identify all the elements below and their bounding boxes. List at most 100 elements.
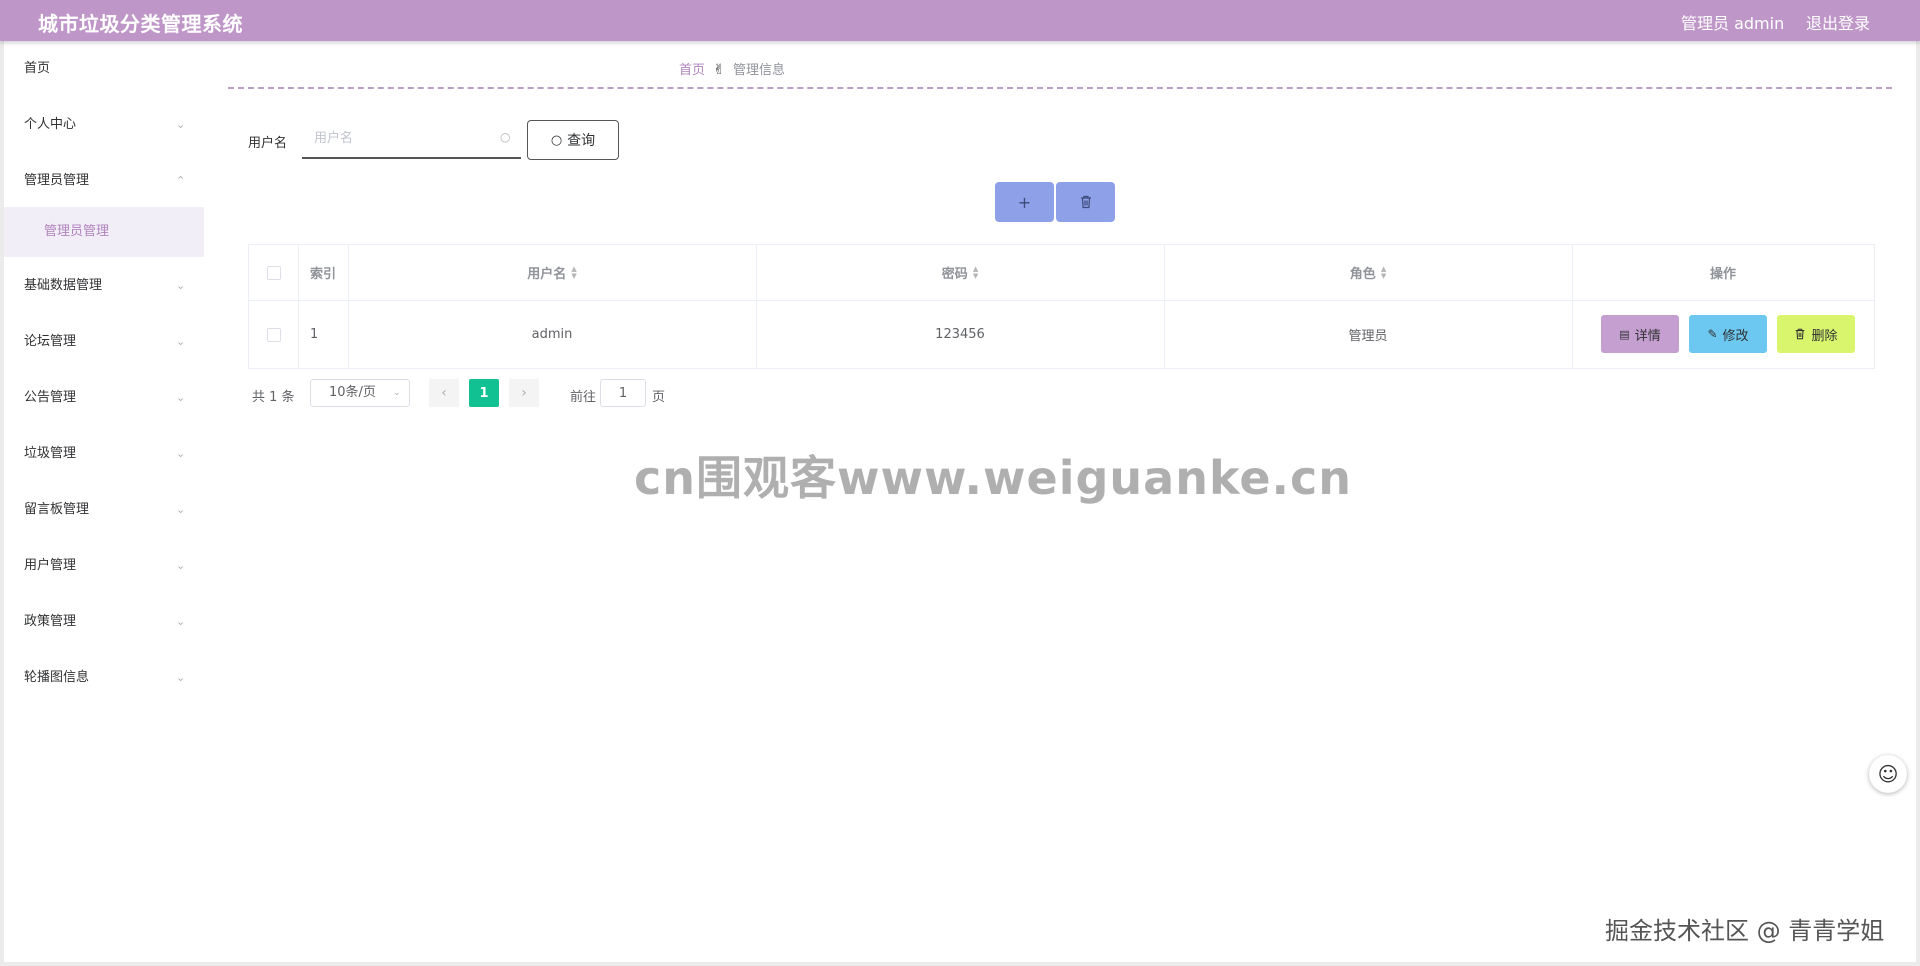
chevron-down-icon: ⌄ bbox=[176, 503, 186, 516]
logout-link[interactable]: 退出登录 bbox=[1806, 10, 1870, 34]
search-icon: ○ bbox=[550, 132, 563, 148]
cell-index: 1 bbox=[310, 327, 319, 342]
plus-icon: + bbox=[1017, 192, 1032, 212]
column-header-label: 角色 bbox=[1349, 267, 1376, 282]
search-input[interactable] bbox=[302, 119, 492, 157]
sidebar-item-label: 轮播图信息 bbox=[24, 670, 90, 685]
prev-page-button[interactable]: ‹ bbox=[429, 379, 459, 407]
chevron-down-icon: ⌄ bbox=[176, 335, 186, 348]
table-row bbox=[249, 300, 298, 369]
row-checkbox[interactable] bbox=[266, 327, 281, 342]
search-field: ○ bbox=[302, 119, 521, 159]
sidebar: 首页 个人中心 ⌄ 管理员管理 ⌃ 管理员管理 基础数据管理 ⌄ 论坛管理 ⌄ 公告管理… bbox=[4, 41, 204, 962]
edit-button[interactable]: ✎ 修改 bbox=[1689, 315, 1767, 353]
sidebar-item-label: 垃圾管理 bbox=[24, 446, 77, 461]
page-number-button[interactable]: 1 bbox=[469, 379, 499, 407]
breadcrumb-home[interactable]: 首页 bbox=[679, 63, 705, 78]
sidebar-item-basic-data[interactable]: 基础数据管理 ⌄ bbox=[4, 265, 204, 307]
batch-delete-button[interactable] bbox=[1056, 182, 1115, 222]
chevron-down-icon: ⌄ bbox=[393, 388, 401, 398]
sidebar-item-label: 管理员管理 bbox=[44, 224, 110, 239]
chevron-down-icon: ⌄ bbox=[176, 671, 186, 684]
top-header: 城市垃圾分类管理系统 管理员 admin 退出登录 bbox=[0, 0, 1920, 41]
sidebar-item-message-board[interactable]: 留言板管理 ⌄ bbox=[4, 489, 204, 531]
breadcrumb: 首页 ✌ 管理信息 bbox=[679, 59, 785, 78]
column-header-index: 索引 bbox=[298, 245, 348, 300]
chevron-down-icon: ⌄ bbox=[176, 279, 186, 292]
page-unit-label: 页 bbox=[652, 390, 666, 405]
assistant-avatar[interactable]: ☺ bbox=[1869, 755, 1907, 793]
sidebar-item-label: 留言板管理 bbox=[24, 502, 90, 517]
sidebar-item-label: 论坛管理 bbox=[24, 334, 77, 349]
current-user-label: 管理员 admin bbox=[1681, 14, 1785, 33]
query-button-label: 查询 bbox=[567, 133, 596, 149]
goto-label: 前往 bbox=[570, 390, 597, 405]
column-header-label: 用户名 bbox=[527, 267, 567, 282]
sidebar-item-profile[interactable]: 个人中心 ⌄ bbox=[4, 104, 204, 146]
chevron-down-icon: ⌄ bbox=[176, 559, 186, 572]
detail-button-label: 详情 bbox=[1634, 328, 1661, 344]
goto-page-input[interactable] bbox=[600, 379, 646, 407]
chevron-left-icon: ‹ bbox=[441, 385, 447, 401]
chevron-down-icon: ⌄ bbox=[176, 118, 186, 131]
cell-password: 123456 bbox=[935, 327, 985, 342]
chevron-up-icon: ⌃ bbox=[176, 174, 186, 187]
page-size-select[interactable]: 10条/页 ⌄ bbox=[310, 379, 410, 407]
breadcrumb-current: 管理信息 bbox=[733, 63, 786, 78]
sidebar-item-label: 政策管理 bbox=[24, 614, 77, 629]
victory-hand-icon: ✌ bbox=[713, 62, 725, 78]
header-select-all bbox=[249, 245, 298, 300]
sidebar-item-users[interactable]: 用户管理 ⌄ bbox=[4, 545, 204, 587]
query-button[interactable]: ○ 查询 bbox=[527, 120, 619, 160]
sidebar-item-label: 个人中心 bbox=[24, 117, 77, 132]
sidebar-item-carousel[interactable]: 轮播图信息 ⌄ bbox=[4, 657, 204, 699]
column-header-label: 密码 bbox=[941, 267, 968, 282]
page-size-value: 10条/页 bbox=[329, 385, 376, 400]
column-header-label: 索引 bbox=[309, 267, 336, 282]
delete-button-label: 删除 bbox=[1811, 328, 1838, 344]
sort-icon[interactable]: ▲ ▼ bbox=[571, 265, 576, 280]
credit-text: 掘金技术社区 @ 青青学姐 bbox=[1605, 917, 1885, 945]
column-header-password[interactable]: 密码 ▲ ▼ bbox=[756, 245, 1164, 300]
column-header-username[interactable]: 用户名 ▲ ▼ bbox=[348, 245, 756, 300]
admin-table: 索引 用户名 ▲ ▼ 密码 ▲ ▼ 角色 ▲ ▼ 操作 1 admin 123456 管理员… bbox=[248, 244, 1875, 369]
cell-username: admin bbox=[531, 327, 573, 342]
sidebar-subitem-admin-management[interactable]: 管理员管理 bbox=[4, 207, 204, 257]
sort-icon[interactable]: ▲ ▼ bbox=[1381, 265, 1386, 280]
pagination: 共 1 条 10条/页 ⌄ ‹ 1 › 前往 页 bbox=[4, 379, 1004, 409]
watermark-text: cn围观客www.weiguanke.cn bbox=[634, 451, 1353, 505]
column-header-label: 操作 bbox=[1709, 267, 1736, 282]
sidebar-item-garbage[interactable]: 垃圾管理 ⌄ bbox=[4, 433, 204, 475]
edit-button-label: 修改 bbox=[1722, 328, 1749, 344]
detail-button[interactable]: ▤ 详情 bbox=[1601, 315, 1679, 353]
sidebar-item-label: 管理员管理 bbox=[24, 173, 90, 188]
search-icon: ○ bbox=[500, 130, 511, 144]
pagination-total: 共 1 条 bbox=[252, 390, 295, 405]
add-button[interactable]: + bbox=[995, 182, 1054, 222]
sidebar-item-policy[interactable]: 政策管理 ⌄ bbox=[4, 601, 204, 643]
sidebar-item-label: 基础数据管理 bbox=[24, 278, 103, 293]
next-page-button[interactable]: › bbox=[509, 379, 539, 407]
select-all-checkbox[interactable] bbox=[266, 265, 281, 280]
sidebar-item-label: 首页 bbox=[24, 61, 51, 76]
breadcrumb-divider bbox=[228, 87, 1892, 89]
sidebar-item-admin-management[interactable]: 管理员管理 ⌃ bbox=[4, 160, 204, 202]
sidebar-item-home[interactable]: 首页 bbox=[4, 48, 204, 90]
document-icon: ▤ bbox=[1619, 327, 1630, 341]
cell-role: 管理员 bbox=[1348, 329, 1388, 344]
trash-icon bbox=[1796, 328, 1805, 340]
chevron-right-icon: › bbox=[521, 385, 527, 401]
column-header-role[interactable]: 角色 ▲ ▼ bbox=[1164, 245, 1572, 300]
chevron-down-icon: ⌄ bbox=[176, 615, 186, 628]
sidebar-item-forum[interactable]: 论坛管理 ⌄ bbox=[4, 321, 204, 363]
delete-button[interactable]: 删除 bbox=[1777, 315, 1855, 353]
trash-icon bbox=[1080, 195, 1091, 209]
sidebar-item-label: 用户管理 bbox=[24, 558, 77, 573]
chevron-down-icon: ⌄ bbox=[176, 447, 186, 460]
sort-icon[interactable]: ▲ ▼ bbox=[973, 265, 978, 280]
search-label: 用户名 bbox=[248, 136, 288, 151]
app-title: 城市垃圾分类管理系统 bbox=[38, 12, 243, 36]
column-header-actions: 操作 bbox=[1572, 245, 1874, 300]
pencil-icon: ✎ bbox=[1707, 327, 1718, 341]
avatar-face-icon: ☺ bbox=[1877, 762, 1899, 786]
